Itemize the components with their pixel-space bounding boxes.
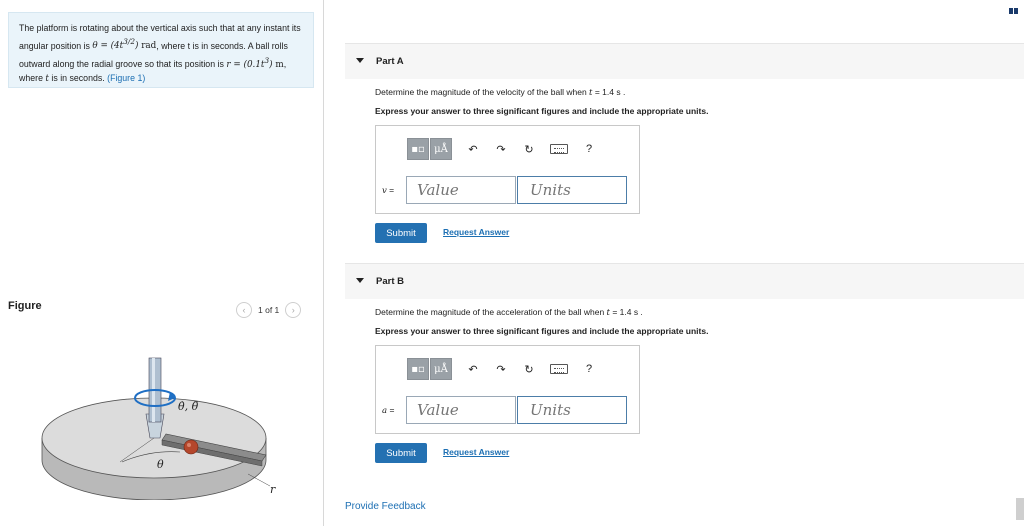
r-label: r (270, 483, 276, 496)
redo-icon[interactable]: ↷ (494, 143, 508, 156)
part-b-request-answer-link[interactable]: Request Answer (443, 447, 509, 457)
part-a-request-answer-link[interactable]: Request Answer (443, 227, 509, 237)
ball (183, 439, 199, 455)
collapse-triangle-icon[interactable] (356, 58, 364, 63)
keyboard-icon[interactable] (550, 144, 568, 154)
keyboard-icon[interactable] (550, 364, 568, 374)
theta-dot-label: θ̇, θ̈ (178, 400, 199, 413)
problem-text-4: is in seconds. (48, 73, 108, 84)
part-a-value-input[interactable] (406, 176, 516, 204)
units-symbol-button[interactable]: μÅ (430, 138, 452, 160)
figure-pager: ‹ 1 of 1 › (236, 302, 302, 318)
theta-expr: θ = (4t (92, 41, 124, 52)
theta-close: ) (134, 41, 139, 52)
ball-highlight (187, 443, 191, 447)
collapse-triangle-icon[interactable] (356, 278, 364, 283)
part-a-title: Part A (376, 56, 404, 67)
help-icon[interactable]: ? (582, 363, 596, 375)
reset-icon[interactable]: ↻ (522, 143, 536, 156)
undo-icon[interactable]: ↶ (466, 143, 480, 156)
part-a-question-post: = 1.4 s . (592, 87, 626, 97)
part-a-toolbar: ▪▫ μÅ ↶ ↷ ↻ ? (407, 138, 596, 160)
theta-expression: θ = (4t3/2) rad (92, 37, 157, 52)
r-close: ) (269, 59, 273, 70)
part-a-units-input[interactable] (517, 176, 627, 204)
problem-statement: The platform is rotating about the verti… (8, 12, 314, 88)
templates-icon[interactable]: ▪▫ (407, 358, 429, 380)
left-panel: The platform is rotating about the verti… (0, 0, 324, 526)
part-b-answer-box: ▪▫ μÅ ↶ ↷ ↻ ? a = (375, 345, 640, 434)
part-a-submit-button[interactable]: Submit (375, 223, 427, 243)
part-b-question-post: = 1.4 s . (609, 307, 643, 317)
templates-icon[interactable]: ▪▫ (407, 138, 429, 160)
menu-icon[interactable] (1009, 8, 1018, 14)
right-panel: Part A Determine the magnitude of the ve… (325, 0, 1024, 526)
r-unit: m (275, 59, 284, 70)
part-b-variable-label: a = (382, 405, 394, 416)
r-expression: r = (0.1t3) m (226, 56, 284, 70)
figure-label: Figure (8, 300, 42, 312)
part-b-header[interactable]: Part B (345, 263, 1024, 299)
part-b-value-input[interactable] (406, 396, 516, 424)
chevron-right-icon[interactable]: › (285, 302, 302, 318)
part-a-eq: = (386, 185, 395, 195)
part-a-answer-box: ▪▫ μÅ ↶ ↷ ↻ ? v = (375, 125, 640, 214)
part-a-header[interactable]: Part A (345, 43, 1024, 79)
undo-icon[interactable]: ↶ (466, 363, 480, 376)
redo-icon[interactable]: ↷ (494, 363, 508, 376)
part-a-instruction: Express your answer to three significant… (375, 106, 709, 116)
theta-unit: rad (141, 41, 157, 52)
part-a-question: Determine the magnitude of the velocity … (375, 87, 625, 98)
part-b-submit-button[interactable]: Submit (375, 443, 427, 463)
chevron-left-icon[interactable]: ‹ (236, 302, 252, 318)
part-b-instruction: Express your answer to three significant… (375, 326, 709, 336)
reset-icon[interactable]: ↻ (522, 363, 536, 376)
part-b-title: Part B (376, 276, 404, 287)
platform-figure: θ̇, θ̈ θ r (41, 357, 276, 500)
part-b-eq: = (387, 405, 395, 415)
units-symbol-button[interactable]: μÅ (430, 358, 452, 380)
scrollbar-thumb[interactable] (1016, 498, 1024, 520)
part-a-variable-label: v = (382, 185, 394, 196)
theta-label: θ (157, 458, 164, 471)
part-b-question: Determine the magnitude of the accelerat… (375, 307, 643, 318)
help-icon[interactable]: ? (582, 143, 596, 155)
r-expr: r = (0.1t (226, 59, 265, 70)
part-b-units-input[interactable] (517, 396, 627, 424)
part-b-question-text: Determine the magnitude of the accelerat… (375, 307, 607, 317)
figure-page-indicator: 1 of 1 (258, 305, 280, 315)
part-b-toolbar: ▪▫ μÅ ↶ ↷ ↻ ? (407, 358, 596, 380)
part-a-question-text: Determine the magnitude of the velocity … (375, 87, 590, 97)
figure-link[interactable]: (Figure 1) (107, 73, 145, 83)
provide-feedback-link[interactable]: Provide Feedback (345, 501, 426, 512)
theta-exponent: 3/2 (123, 37, 135, 47)
